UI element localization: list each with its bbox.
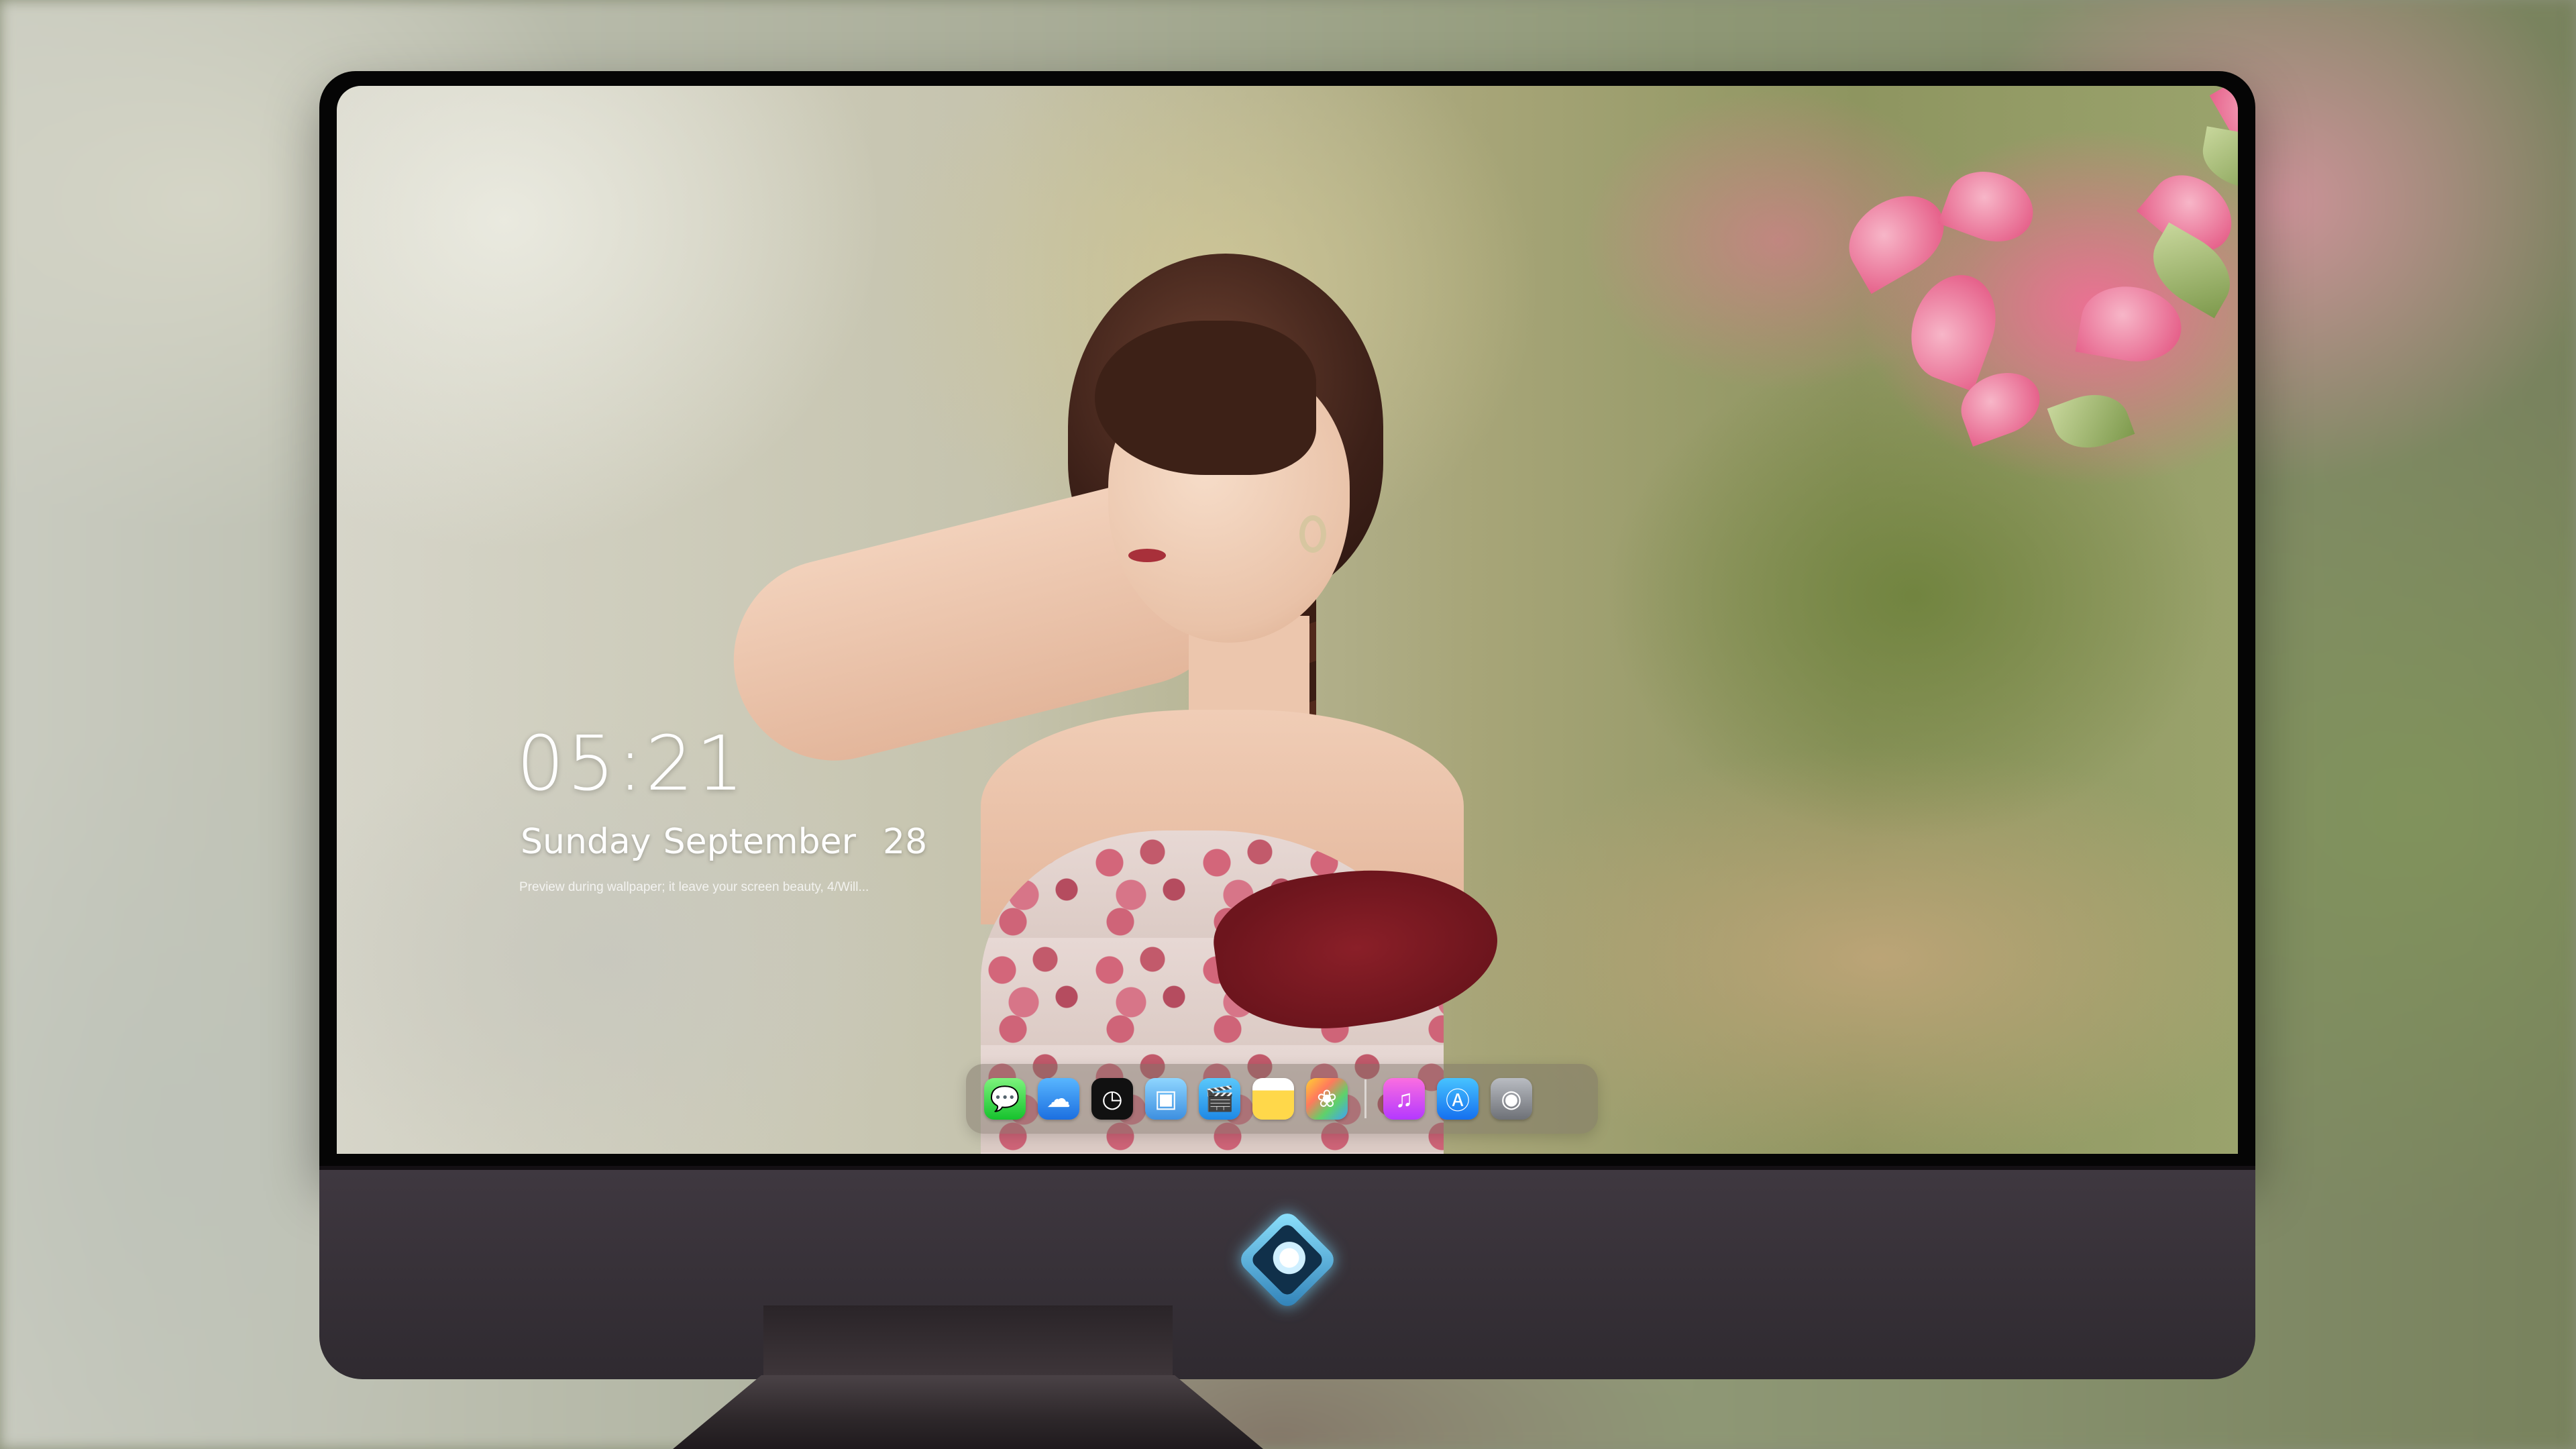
clock-icon[interactable]: ◷ [1091,1078,1133,1120]
monitor: 05:21 Sunday September 28 Preview during w… [319,71,2255,1379]
flower-decoration [1834,179,1959,294]
camera-icon[interactable]: ◉ [1491,1078,1532,1120]
flower-decoration [1897,263,2010,392]
messages-icon[interactable]: 💬 [984,1078,1026,1120]
monitor-bezel: 05:21 Sunday September 28 Preview during w… [319,71,2255,1171]
flower-decoration [2075,278,2188,370]
monitor-stand-base [673,1375,1263,1449]
notes-icon[interactable] [1252,1078,1294,1120]
date-weekday: Sunday [521,822,651,862]
date-month: September [663,822,856,862]
leaf-decoration [2047,383,2135,460]
subject-earring [1299,515,1326,553]
wallpaper-photo [337,86,2238,1154]
monitor-stand-neck [763,1305,1173,1375]
subject-fringe [1095,321,1316,475]
dock-separator [1364,1079,1366,1118]
lock-screen[interactable]: 05:21 Sunday September 28 Preview during w… [337,86,2238,1154]
preview-icon[interactable]: ▣ [1145,1078,1187,1120]
subject-lips [1128,549,1166,562]
photos-icon[interactable]: ❀ [1306,1078,1348,1120]
lock-screen-time: 05:21 [517,720,747,808]
app-store-icon[interactable]: Ⓐ [1437,1078,1479,1120]
brand-logo-icon [1236,1208,1339,1311]
dock: 💬 ☁ ◷ ▣ 🎬 ❀ ♫ Ⓐ ◉ [966,1064,1598,1134]
lock-screen-date: Sunday September 28 [521,822,939,862]
lock-screen-hint: Preview during wallpaper; it leave your … [519,880,869,894]
date-day: 28 [883,822,928,862]
flower-decoration [1937,160,2043,254]
weather-icon[interactable]: ☁ [1038,1078,1079,1120]
clips-icon[interactable]: 🎬 [1199,1078,1240,1120]
music-icon[interactable]: ♫ [1383,1078,1425,1120]
monitor-chin [319,1166,2255,1379]
